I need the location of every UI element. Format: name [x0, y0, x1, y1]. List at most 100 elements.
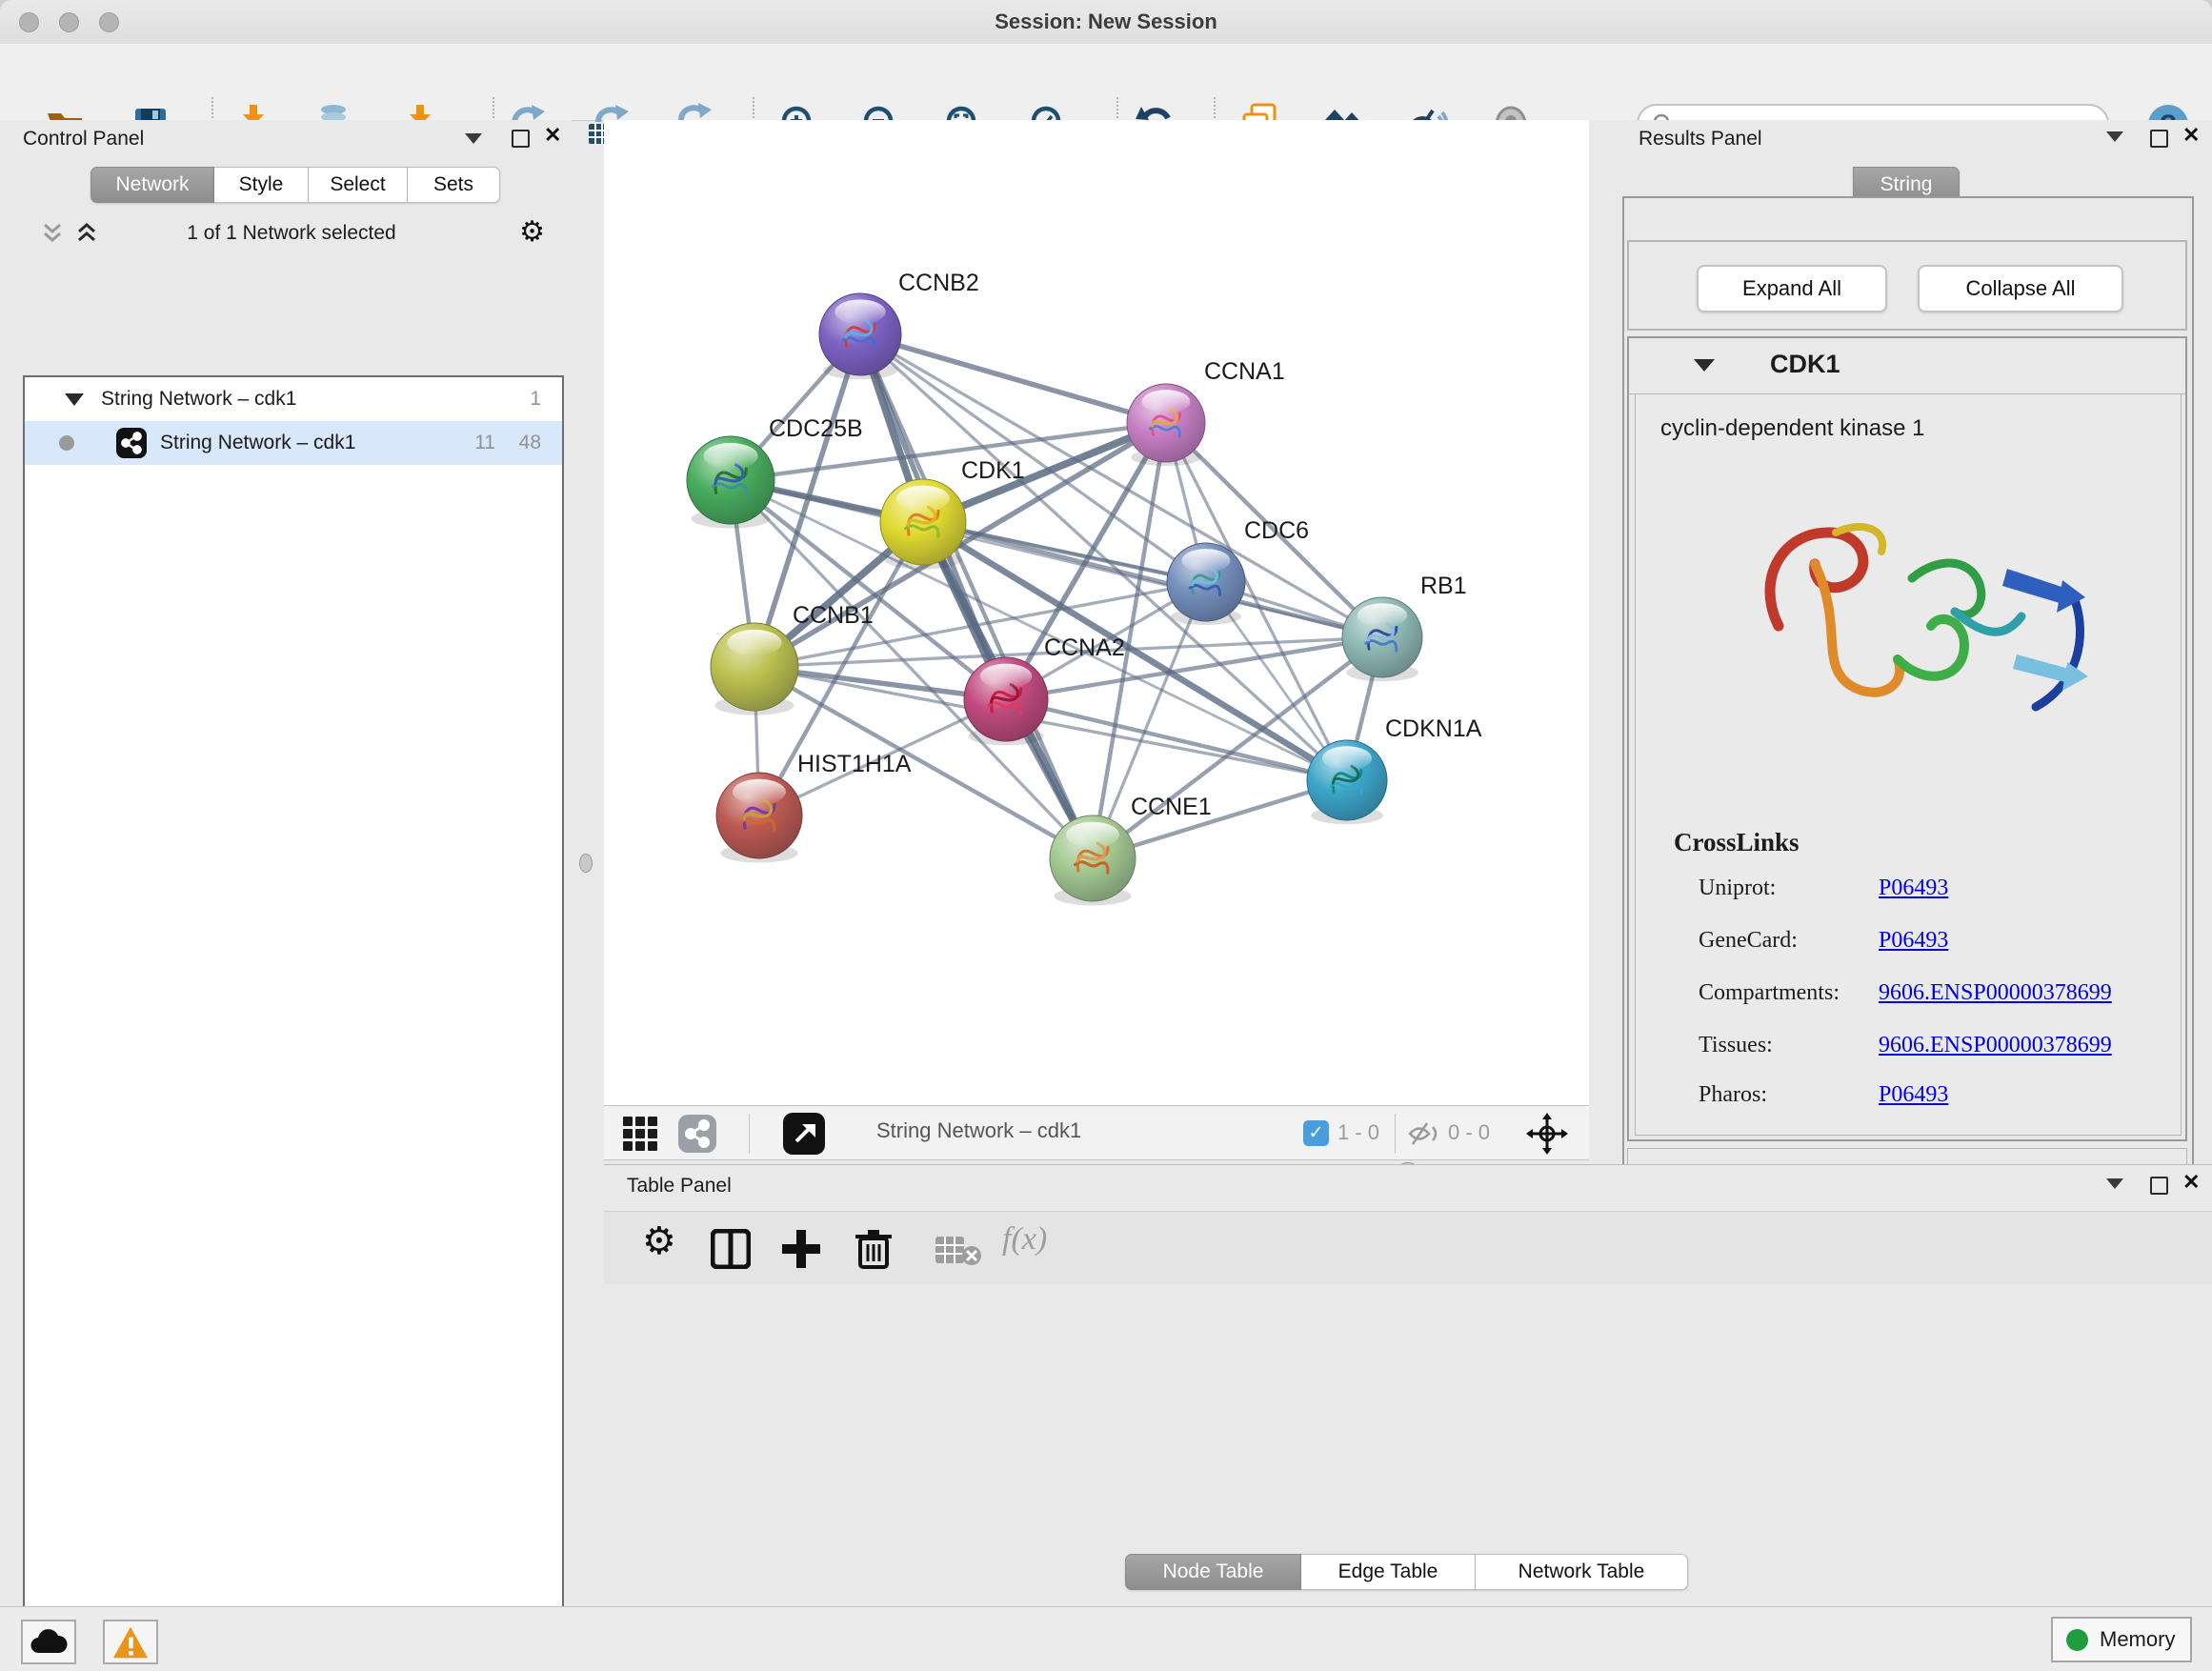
status-bar: Memory: [0, 1606, 2212, 1671]
crosslink-tissues[interactable]: 9606.ENSP00000378699: [1879, 1033, 2112, 1058]
table-panel-close-button[interactable]: ✕: [2182, 1173, 2200, 1194]
table-panel: Table Panel ✕ ⚙: [604, 1164, 2212, 1607]
table-toolbar: ⚙ f(x): [604, 1211, 2212, 1284]
control-panel-undock-button[interactable]: [512, 128, 530, 149]
automation-cloud-button[interactable]: [21, 1620, 76, 1664]
memory-label: Memory: [2100, 1627, 2175, 1652]
tab-edge-table[interactable]: Edge Table: [1301, 1554, 1476, 1590]
netbar-separator: [1395, 1114, 1396, 1154]
results-panel: Results Panel ✕ String Expand All Collap…: [1589, 120, 2212, 1164]
trash-icon[interactable]: [854, 1227, 894, 1269]
grid-view-icon[interactable]: [621, 1115, 659, 1153]
control-panel-close-button[interactable]: ✕: [544, 125, 561, 146]
crosslink-label: GeneCard:: [1699, 928, 1798, 954]
chevron-down-icon: [465, 133, 482, 144]
expand-all-button[interactable]: Expand All: [1697, 265, 1887, 312]
svg-text:RB1: RB1: [1420, 573, 1467, 599]
network-row[interactable]: String Network – cdk1 11 48: [25, 421, 562, 465]
results-panel-title: Results Panel: [1639, 128, 1762, 151]
collapse-all-button[interactable]: Collapse All: [1918, 265, 2123, 312]
string-network-icon: [116, 428, 147, 458]
tab-style[interactable]: Style: [214, 167, 309, 203]
tree-expander-icon[interactable]: [65, 393, 84, 406]
control-panel: Control Panel ✕ Network Style Select Set…: [0, 120, 572, 1606]
tab-network-table[interactable]: Network Table: [1476, 1554, 1688, 1590]
network-tree: String Network – cdk1 1 String Network –…: [23, 375, 564, 1671]
close-icon: ✕: [2182, 123, 2200, 147]
control-panel-tabs: Network Style Select Sets: [90, 167, 500, 201]
window-square-icon: [2150, 130, 2168, 148]
crosslink-label: Compartments:: [1699, 980, 1840, 1006]
network-edge-count: 48: [519, 432, 541, 454]
app-window: Session: New Session: [0, 0, 2212, 1671]
window-square-icon: [512, 130, 530, 148]
svg-text:CCNB2: CCNB2: [898, 270, 979, 296]
tab-sets[interactable]: Sets: [408, 167, 500, 203]
selected-count: 1 - 0: [1337, 1120, 1379, 1145]
crosslink-uniprot[interactable]: P06493: [1879, 876, 1948, 901]
close-icon: ✕: [544, 126, 561, 145]
open-in-new-window-icon[interactable]: [783, 1113, 825, 1155]
share-view-icon[interactable]: [678, 1115, 716, 1153]
tab-node-table[interactable]: Node Table: [1125, 1554, 1301, 1590]
close-icon: ✕: [2182, 1170, 2200, 1194]
table-panel-title: Table Panel: [627, 1175, 732, 1198]
columns-icon[interactable]: [711, 1229, 751, 1269]
table-panel-float-button[interactable]: [2106, 1178, 2123, 1189]
control-panel-title: Control Panel: [23, 128, 144, 151]
crosslink-label: Pharos:: [1699, 1082, 1767, 1108]
chevron-down-icon: [2106, 131, 2123, 142]
crosslink-label: Uniprot:: [1699, 876, 1776, 901]
gene-symbol: CDK1: [1770, 350, 1840, 379]
network-selection-status: 1 of 1 Network selected: [29, 222, 554, 245]
network-view-title: String Network – cdk1: [876, 1118, 1081, 1143]
window-square-icon: [2150, 1177, 2168, 1195]
tab-select[interactable]: Select: [309, 167, 408, 203]
title-bar: Session: New Session: [0, 0, 2212, 45]
string-network-graph[interactable]: CCNB2CCNA1CDC25BCDK1CDC6RB1CCNB1CCNA2CDK…: [604, 120, 1589, 1105]
svg-text:CCNA2: CCNA2: [1044, 634, 1125, 661]
network-view-bar: String Network – cdk1 ✓ 1 - 0 0 - 0: [604, 1105, 1589, 1160]
crosslink-pharos[interactable]: P06493: [1879, 1082, 1948, 1108]
gene-section-header[interactable]: CDK1: [1629, 338, 2185, 394]
cloud-icon: [30, 1628, 68, 1657]
table-panel-undock-button[interactable]: [2150, 1177, 2168, 1195]
main-toolbar: ?: [0, 44, 2212, 121]
network-status-dot: [59, 435, 74, 451]
results-outer-box: Expand All Collapse All CDK1 cyclin-depe…: [1622, 196, 2194, 1184]
window-title: Session: New Session: [0, 0, 2212, 44]
results-panel-float-button[interactable]: [2106, 131, 2123, 142]
gear-icon[interactable]: ⚙: [519, 215, 545, 249]
collapse-entry-icon[interactable]: [1694, 359, 1715, 372]
crosslink-label: Tissues:: [1699, 1033, 1773, 1058]
results-panel-close-button[interactable]: ✕: [2182, 126, 2200, 147]
crosslink-compartments[interactable]: 9606.ENSP00000378699: [1879, 980, 2112, 1006]
collection-count: 1: [530, 388, 541, 411]
left-splitter-handle[interactable]: [579, 854, 593, 873]
network-collection-row[interactable]: String Network – cdk1 1: [25, 377, 562, 421]
delete-table-icon: [935, 1235, 983, 1265]
birds-eye-toggle-icon[interactable]: [1526, 1113, 1568, 1155]
crosslinks-title: CrossLinks: [1674, 828, 1800, 857]
network-node-count: 11: [474, 432, 495, 454]
network-canvas[interactable]: CCNB2CCNA1CDC25BCDK1CDC6RB1CCNB1CCNA2CDK…: [604, 120, 1589, 1105]
network-label: String Network – cdk1: [160, 432, 355, 454]
results-panel-undock-button[interactable]: [2150, 130, 2168, 148]
chevron-down-icon: [2106, 1178, 2123, 1189]
control-panel-float-button[interactable]: [465, 128, 482, 149]
selected-checkbox-icon[interactable]: ✓: [1303, 1120, 1329, 1146]
add-column-icon[interactable]: [780, 1228, 822, 1270]
crosslink-genecard[interactable]: P06493: [1879, 928, 1948, 954]
gene-description: cyclin-dependent kinase 1: [1660, 415, 1925, 442]
svg-text:CDK1: CDK1: [961, 457, 1025, 484]
network-selection-bar: 1 of 1 Network selected ⚙: [29, 215, 554, 253]
warnings-button[interactable]: [103, 1620, 158, 1664]
gene-details: cyclin-dependent kinase 1: [1635, 393, 2182, 1136]
netbar-separator: [749, 1114, 750, 1154]
tab-network[interactable]: Network: [90, 167, 214, 203]
svg-text:CCNE1: CCNE1: [1131, 794, 1212, 820]
svg-text:HIST1H1A: HIST1H1A: [797, 751, 912, 777]
svg-text:CDKN1A: CDKN1A: [1385, 715, 1482, 742]
memory-button[interactable]: Memory: [2051, 1617, 2192, 1662]
table-gear-icon[interactable]: ⚙: [642, 1219, 676, 1263]
